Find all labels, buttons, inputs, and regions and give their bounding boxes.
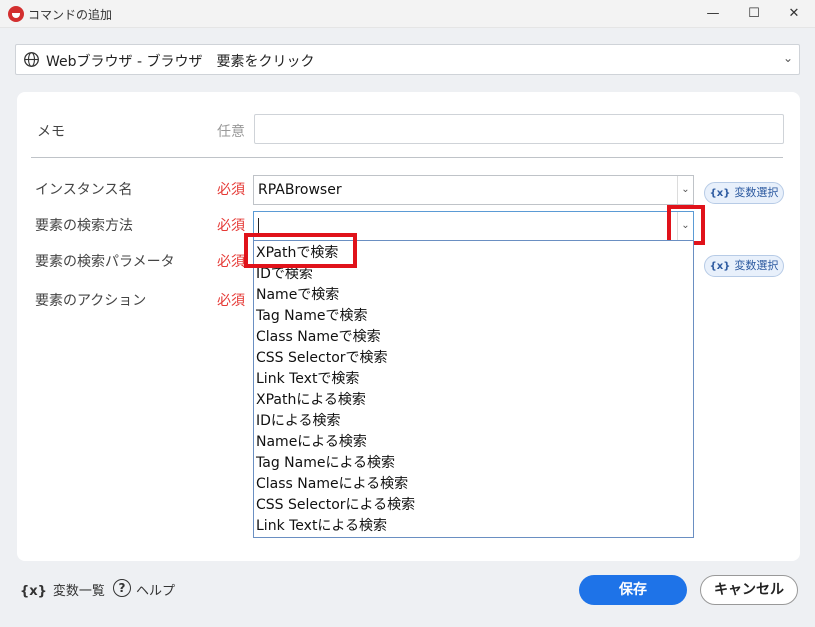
param-label: 要素の検索パラメータ: [35, 254, 175, 270]
option-highlight: [244, 233, 357, 268]
dropdown-option[interactable]: Tag Nameによる検索: [256, 453, 395, 474]
variable-icon: {x}: [709, 188, 731, 199]
variable-icon: {x}: [20, 584, 47, 599]
method-dropdown-list[interactable]: XPathで検索 IDで検索 Nameで検索 Tag Nameで検索 Class…: [253, 240, 694, 538]
param-required-tag: 必須: [217, 254, 245, 270]
close-button[interactable]: ✕: [771, 0, 815, 28]
instance-select[interactable]: RPABrowser ⌄: [253, 175, 694, 205]
instance-var-select-button[interactable]: {x} 変数選択: [704, 182, 784, 204]
dropdown-toggle-highlight: [667, 205, 705, 245]
variables-list-link[interactable]: {x} 変数一覧: [20, 580, 105, 599]
dropdown-option[interactable]: Class Nameで検索: [256, 327, 381, 348]
title-bar: コマンドの追加 — ☐ ✕: [0, 0, 815, 28]
minimize-button[interactable]: —: [690, 0, 736, 28]
memo-input[interactable]: [254, 114, 784, 144]
param-var-select-button[interactable]: {x} 変数選択: [704, 255, 784, 277]
dropdown-option[interactable]: Nameで検索: [256, 285, 339, 306]
chevron-down-icon[interactable]: ⌄: [677, 176, 693, 204]
window-title: コマンドの追加: [28, 8, 113, 22]
divider: [31, 157, 783, 158]
help-link[interactable]: ヘルプ: [136, 580, 175, 599]
app-icon: [8, 6, 24, 22]
method-required-tag: 必須: [217, 218, 245, 234]
variable-icon: {x}: [709, 261, 731, 272]
var-select-label: 変数選択: [734, 259, 779, 272]
chevron-down-icon: ⌄: [782, 51, 793, 65]
globe-icon: [24, 52, 39, 67]
dropdown-option[interactable]: CSS Selectorによる検索: [256, 495, 415, 516]
help-icon[interactable]: ?: [113, 579, 131, 597]
var-select-label: 変数選択: [734, 186, 779, 199]
dropdown-option[interactable]: Nameによる検索: [256, 432, 367, 453]
instance-select-value: RPABrowser: [258, 182, 342, 198]
dropdown-option[interactable]: IDによる検索: [256, 411, 341, 432]
command-select-value: Webブラウザ - ブラウザ 要素をクリック: [46, 54, 315, 70]
memo-optional-tag: 任意: [217, 124, 245, 140]
instance-required-tag: 必須: [217, 182, 245, 198]
action-required-tag: 必須: [217, 293, 245, 309]
dropdown-option[interactable]: Link Textによる検索: [256, 516, 387, 537]
dropdown-option[interactable]: Tag Nameで検索: [256, 306, 367, 327]
save-button[interactable]: 保存: [579, 575, 687, 605]
action-label: 要素のアクション: [35, 293, 147, 309]
method-label: 要素の検索方法: [35, 218, 133, 234]
dropdown-option[interactable]: XPathによる検索: [256, 390, 366, 411]
dropdown-option[interactable]: Class Nameによる検索: [256, 474, 408, 495]
dropdown-option[interactable]: Link Textで検索: [256, 369, 359, 390]
command-select[interactable]: Webブラウザ - ブラウザ 要素をクリック ⌄: [15, 44, 800, 75]
cancel-button[interactable]: キャンセル: [700, 575, 798, 605]
memo-label: メモ: [37, 124, 65, 140]
instance-label: インスタンス名: [35, 182, 133, 198]
variables-list-label: 変数一覧: [52, 584, 105, 599]
dropdown-option[interactable]: CSS Selectorで検索: [256, 348, 388, 369]
